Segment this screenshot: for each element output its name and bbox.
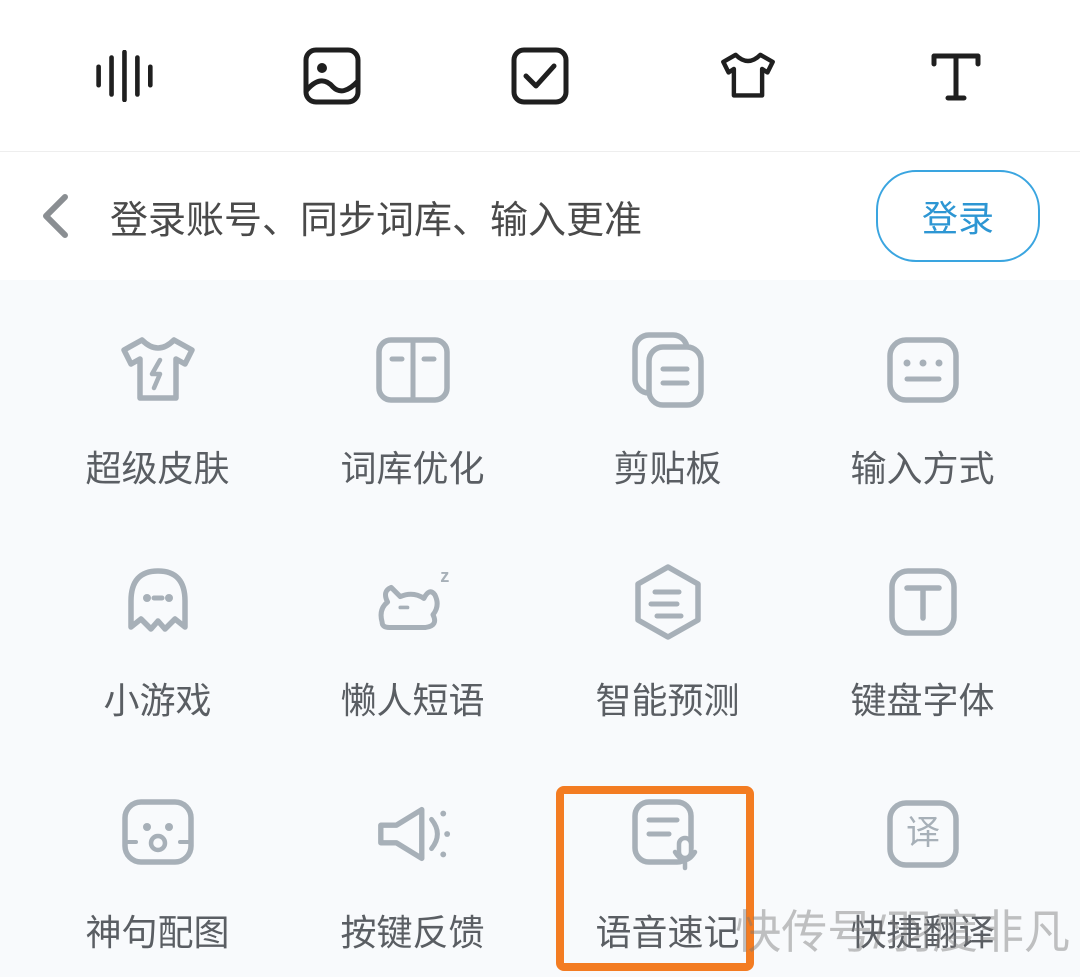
tile-image-caption[interactable]: 神句配图 [30,794,285,956]
tile-mini-game[interactable]: 小游戏 [30,562,285,724]
sleep-cat-icon: z [373,562,453,642]
tile-label: 超级皮肤 [85,440,229,492]
tile-clipboard[interactable]: 剪贴板 [540,330,795,492]
tile-label: 懒人短语 [340,672,484,724]
login-button[interactable]: 登录 [876,170,1040,262]
dict-book-icon [373,330,453,410]
tile-key-feedback[interactable]: 按键反馈 [285,794,540,956]
svg-text:z: z [440,566,449,586]
shirt-bolt-icon [118,330,198,410]
tile-smart-predict[interactable]: 智能预测 [540,562,795,724]
input-method-icon [883,330,963,410]
picture-icon[interactable] [302,46,362,106]
tile-lazy-phrase[interactable]: z 懒人短语 [285,562,540,724]
tile-quick-translate[interactable]: 译 快捷翻译 [795,794,1050,956]
svg-text:译: 译 [906,814,940,852]
ghost-game-icon [118,562,198,642]
top-toolbar [0,0,1080,152]
feature-grid: 超级皮肤 词库优化 剪贴板 [0,280,1080,977]
tile-label: 神句配图 [85,904,229,956]
tile-label: 剪贴板 [613,440,721,492]
tile-super-skin[interactable]: 超级皮肤 [30,330,285,492]
tile-label: 输入方式 [850,440,994,492]
keyboard-font-icon [883,562,963,642]
tile-label: 词库优化 [340,440,484,492]
tile-input-method[interactable]: 输入方式 [795,330,1050,492]
image-caption-icon [118,794,198,874]
shirt-icon[interactable] [718,46,778,106]
login-header: 登录账号、同步词库、输入更准 登录 [0,152,1080,280]
login-subtitle: 登录账号、同步词库、输入更准 [80,189,876,244]
text-t-icon[interactable] [926,46,986,106]
tile-label: 键盘字体 [850,672,994,724]
hex-predict-icon [628,562,708,642]
back-icon[interactable] [30,193,80,239]
tile-keyboard-font[interactable]: 键盘字体 [795,562,1050,724]
clipboard-icon [628,330,708,410]
highlight-box [556,786,754,971]
megaphone-icon [373,794,453,874]
voice-wave-icon[interactable] [94,46,154,106]
tile-dict-optimize[interactable]: 词库优化 [285,330,540,492]
checkbox-icon[interactable] [510,46,570,106]
translate-icon: 译 [883,794,963,874]
tile-label: 智能预测 [595,672,739,724]
tile-label: 按键反馈 [340,904,484,956]
tile-label: 小游戏 [103,672,211,724]
tile-label: 快捷翻译 [850,904,994,956]
